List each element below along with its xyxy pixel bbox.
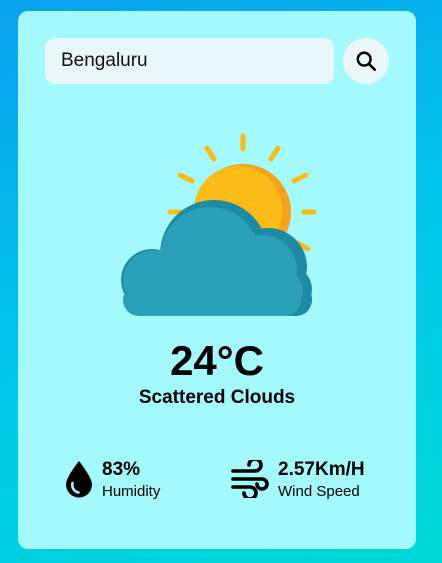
weather-card: 24°C Scattered Clouds 83% Humidity 2.57K… [18, 11, 416, 549]
water-drop-icon [66, 461, 92, 498]
search-icon [356, 51, 376, 71]
temperature: 24°C [170, 337, 264, 384]
wind-speed-label: Wind Speed [278, 483, 360, 500]
search-bar [45, 38, 390, 84]
humidity-value: 83% [102, 459, 141, 480]
wind-icon [231, 460, 269, 498]
wind-speed-stat: 2.57Km/H Wind Speed [231, 458, 401, 504]
search-button[interactable] [343, 38, 389, 84]
weather-description: Scattered Clouds [138, 387, 296, 408]
search-input[interactable] [45, 38, 334, 84]
wind-speed-value: 2.57Km/H [278, 459, 365, 480]
humidity-label: Humidity [102, 483, 161, 500]
humidity-stat: 83% Humidity [64, 458, 204, 504]
sun-behind-cloud-icon [121, 133, 316, 316]
